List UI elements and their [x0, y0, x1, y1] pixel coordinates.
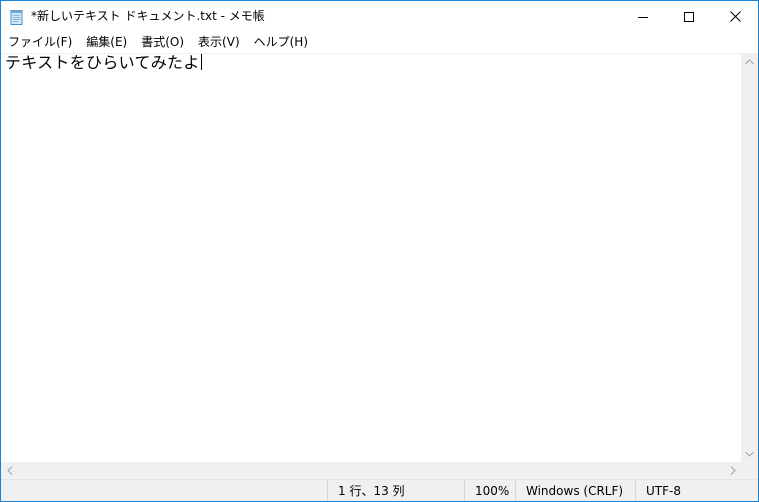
- status-encoding: UTF-8: [635, 480, 758, 501]
- scroll-down-button[interactable]: [741, 445, 758, 462]
- chevron-up-icon: [745, 58, 754, 64]
- menu-view[interactable]: 表示(V): [191, 32, 247, 53]
- menu-edit[interactable]: 編集(E): [79, 32, 134, 53]
- chevron-right-icon: [730, 466, 736, 475]
- menu-file[interactable]: ファイル(F): [1, 32, 79, 53]
- scroll-left-button[interactable]: [1, 462, 18, 479]
- maximize-icon: [684, 11, 694, 22]
- title-bar[interactable]: *新しいテキスト ドキュメント.txt - メモ帳: [1, 1, 758, 32]
- menu-format[interactable]: 書式(O): [134, 32, 191, 53]
- scrollbar-corner: [741, 462, 758, 479]
- close-button[interactable]: [712, 1, 758, 32]
- chevron-down-icon: [745, 451, 754, 457]
- text-caret: [200, 54, 202, 70]
- status-line-ending: Windows (CRLF): [515, 480, 635, 501]
- status-bar: 1 行、13 列 100% Windows (CRLF) UTF-8: [1, 479, 758, 501]
- editor-content: テキストをひらいてみたよ: [5, 54, 202, 72]
- menu-bar: ファイル(F) 編集(E) 書式(O) 表示(V) ヘルプ(H): [1, 32, 758, 53]
- scroll-up-button[interactable]: [741, 53, 758, 70]
- notepad-icon[interactable]: [10, 9, 24, 25]
- vertical-scrollbar[interactable]: [741, 53, 758, 462]
- window-title: *新しいテキスト ドキュメント.txt - メモ帳: [31, 9, 265, 23]
- minimize-icon: [638, 16, 648, 18]
- maximize-button[interactable]: [666, 1, 712, 32]
- editor-text: テキストをひらいてみたよ: [5, 53, 200, 72]
- menu-help[interactable]: ヘルプ(H): [247, 32, 315, 53]
- close-icon: [729, 11, 741, 22]
- minimize-button[interactable]: [620, 1, 666, 32]
- status-zoom: 100%: [464, 480, 515, 501]
- scroll-right-button[interactable]: [724, 462, 741, 479]
- chevron-left-icon: [6, 466, 12, 475]
- status-cursor-position: 1 行、13 列: [327, 480, 464, 501]
- text-editor[interactable]: テキストをひらいてみたよ: [1, 53, 741, 463]
- horizontal-scrollbar[interactable]: [1, 462, 741, 479]
- notepad-window: *新しいテキスト ドキュメント.txt - メモ帳 ファイル(F) 編集(E) …: [0, 0, 759, 502]
